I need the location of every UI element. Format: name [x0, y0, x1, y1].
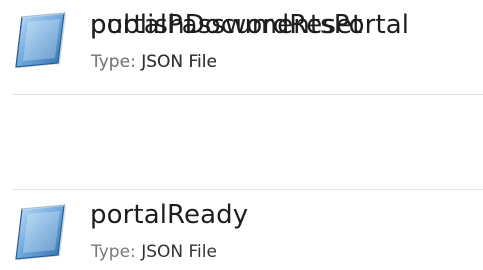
divider: [12, 94, 483, 95]
file-name: portalReady: [90, 200, 249, 230]
divider: [12, 189, 483, 190]
file-type: Type: JSON File: [91, 242, 217, 262]
list-item[interactable]: portalReady Type: JSON File: [0, 190, 483, 270]
notepad-document-icon: [15, 204, 66, 260]
notepad-document-icon: [15, 12, 66, 68]
type-value: JSON File: [141, 52, 217, 72]
list-item[interactable]: publishDocumentsPortal Type: JSON File: [0, 0, 483, 88]
type-label: Type:: [91, 242, 136, 262]
file-list: portalPasswordReset Type: JSON File port…: [0, 0, 483, 270]
type-value: JSON File: [141, 242, 217, 262]
type-label: Type:: [91, 52, 136, 72]
file-name: publishDocumentsPortal: [90, 10, 410, 40]
file-type: Type: JSON File: [91, 52, 217, 72]
